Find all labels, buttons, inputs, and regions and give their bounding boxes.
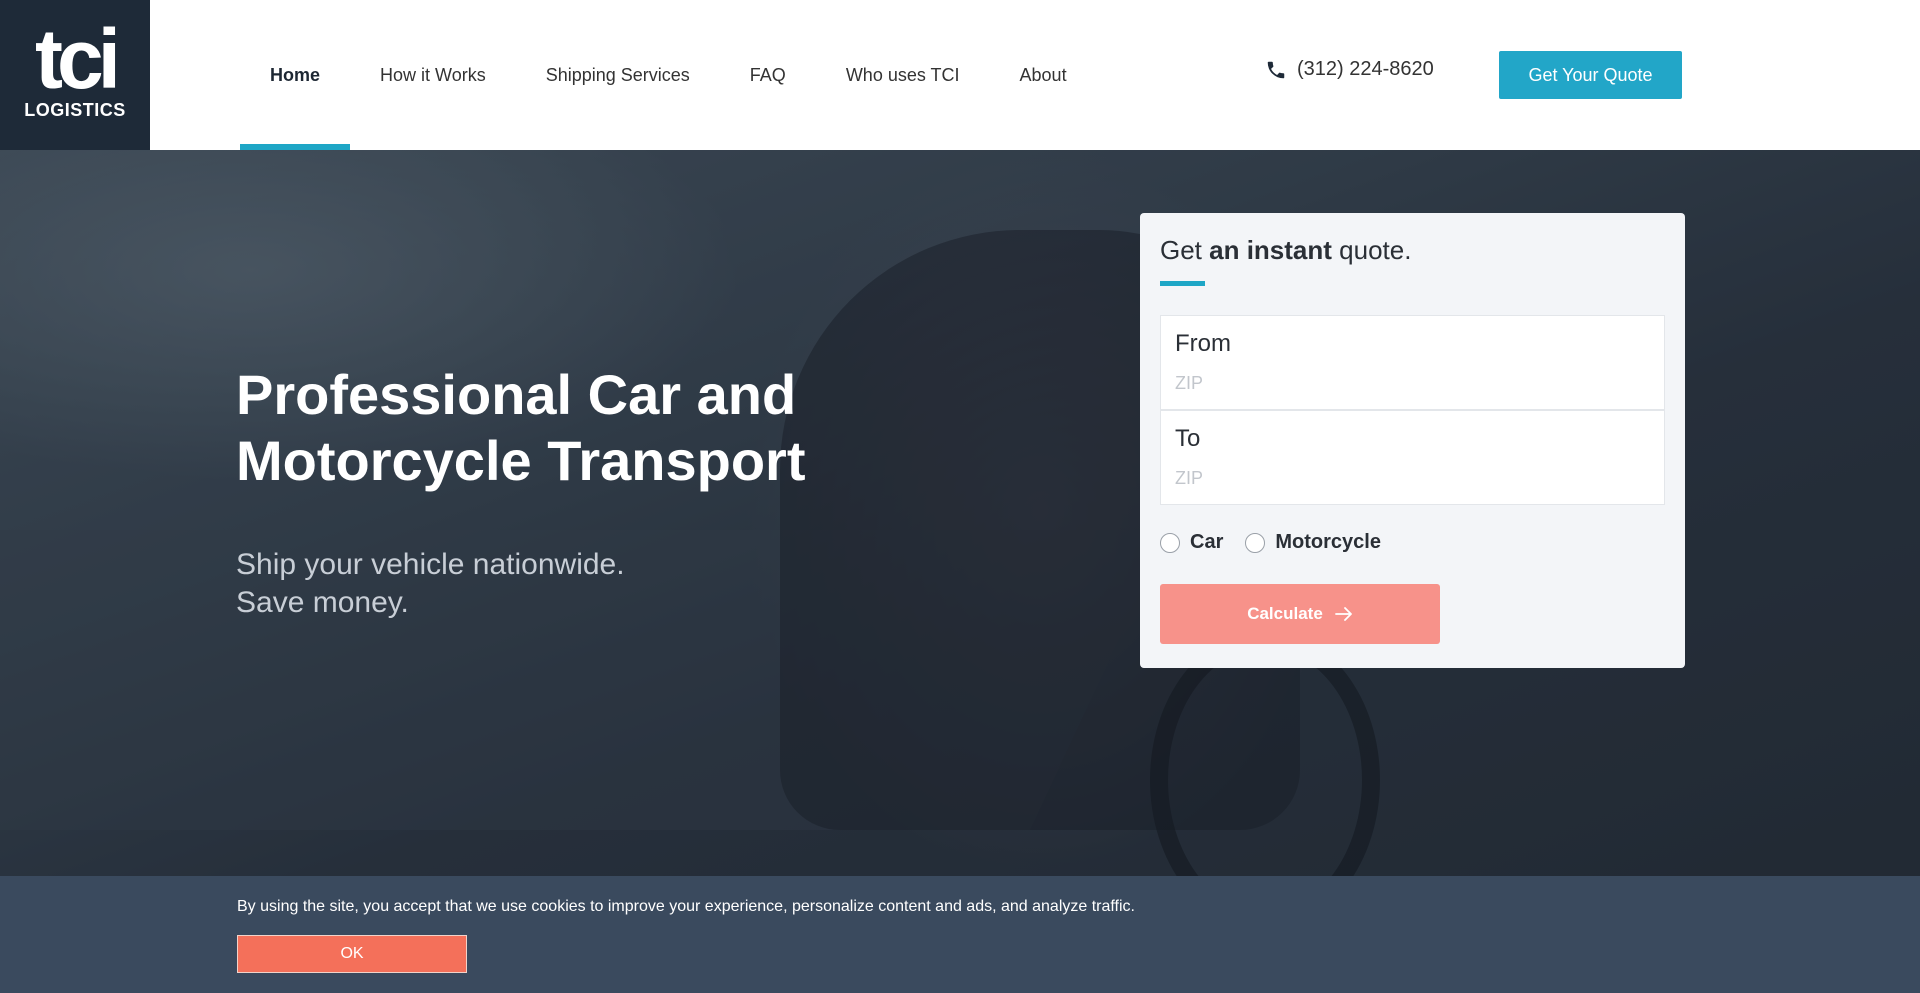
vehicle-option-car[interactable]: Car	[1160, 531, 1223, 554]
radio-button-car[interactable]	[1160, 532, 1180, 553]
cookie-banner: By using the site, you accept that we us…	[0, 876, 1920, 993]
nav-item-label: Shipping Services	[545, 64, 690, 85]
from-zip-input[interactable]	[1175, 368, 1645, 398]
site-logo[interactable]: tci LOGISTICS	[0, 0, 150, 150]
vehicle-type-group: Car Motorcycle	[1160, 531, 1403, 554]
quote-card-accent	[1160, 281, 1205, 286]
quote-card-title: Get an instant quote.	[1160, 235, 1411, 266]
logo-subtitle: LOGISTICS	[24, 100, 126, 120]
nav-item-label: Who uses TCI	[845, 64, 960, 85]
quote-card: Get an instant quote. From To Car Motorc…	[1140, 213, 1685, 668]
nav-item-who-uses-tci[interactable]: Who uses TCI	[816, 0, 990, 150]
nav-item-label: How it Works	[380, 64, 486, 85]
hero-title: Professional Car and Motorcycle Transpor…	[236, 363, 806, 492]
nav-item-label: Home	[270, 64, 321, 85]
to-zip-input[interactable]	[1175, 463, 1645, 493]
nav-item-shipping-services[interactable]: Shipping Services	[516, 0, 720, 150]
arrow-right-icon	[1334, 607, 1352, 621]
quote-title-pre: Get	[1160, 235, 1210, 265]
hero-subtitle-line-2: Save money.	[236, 586, 409, 619]
cookie-text: By using the site, you accept that we us…	[237, 898, 1135, 915]
to-field[interactable]: To	[1160, 410, 1665, 505]
hero-subtitle-line-1: Ship your vehicle nationwide.	[236, 548, 625, 581]
radio-button-motorcycle[interactable]	[1245, 532, 1266, 553]
hero-subtitle: Ship your vehicle nationwide. Save money…	[236, 546, 625, 622]
phone-link[interactable]: (312) 224-8620	[1265, 58, 1434, 81]
to-label: To	[1175, 425, 1201, 452]
quote-title-bold: an instant	[1209, 235, 1332, 265]
site-header: tci LOGISTICS Home How it Works Shipping…	[0, 0, 1920, 150]
calculate-label: Calculate	[1247, 604, 1323, 623]
nav-item-label: FAQ	[749, 64, 786, 85]
nav-item-about[interactable]: About	[990, 0, 1097, 150]
radio-label-motorcycle: Motorcycle	[1275, 531, 1381, 553]
main-nav: Home How it Works Shipping Services FAQ …	[240, 0, 1097, 150]
phone-number: (312) 224-8620	[1297, 58, 1434, 80]
nav-item-how-it-works[interactable]: How it Works	[350, 0, 516, 150]
cookie-ok-button[interactable]: OK	[237, 935, 467, 973]
get-quote-button[interactable]: Get Your Quote	[1499, 51, 1682, 99]
nav-item-label: About	[1019, 64, 1067, 85]
nav-item-home[interactable]: Home	[240, 0, 351, 150]
from-label: From	[1175, 330, 1231, 357]
phone-icon	[1267, 61, 1285, 78]
nav-item-faq[interactable]: FAQ	[720, 0, 816, 150]
logo-mark: tci	[34, 12, 121, 106]
from-field[interactable]: From	[1160, 315, 1665, 410]
radio-label-car: Car	[1190, 531, 1224, 553]
vehicle-option-motorcycle[interactable]: Motorcycle	[1245, 531, 1381, 554]
calculate-button[interactable]: Calculate	[1160, 584, 1440, 644]
quote-title-post: quote.	[1331, 235, 1412, 265]
